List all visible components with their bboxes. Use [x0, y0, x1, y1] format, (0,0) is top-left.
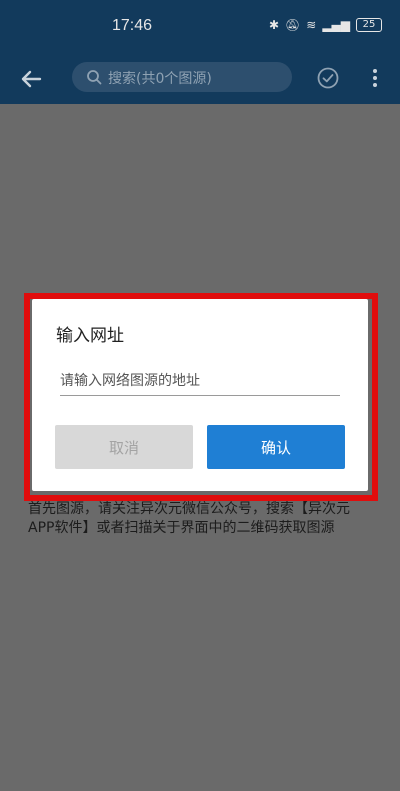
empty-hint-text: 首先图源，请关注异次元微信公众号，搜索【异次元APP软件】或者扫描关于界面中的二…	[28, 501, 350, 536]
signal-icon: ▂▄▆	[322, 18, 350, 32]
check-circle-icon[interactable]	[316, 66, 340, 90]
more-vertical-icon[interactable]	[368, 66, 382, 90]
toolbar: 搜索(共0个图源)	[0, 54, 400, 104]
bluetooth-icon: ✱	[268, 18, 280, 32]
mute-icon: 🔕︎	[285, 18, 301, 32]
back-arrow-icon[interactable]	[18, 66, 44, 92]
search-box[interactable]: 搜索(共0个图源)	[72, 62, 292, 92]
wifi-icon: ≋	[306, 18, 317, 32]
search-placeholder: 搜索(共0个图源)	[108, 71, 212, 87]
confirm-button[interactable]: 确认	[207, 425, 345, 469]
status-bar: 17:46 ✱ 🔕︎ ≋ ▂▄▆ 25	[0, 0, 400, 54]
dialog-title: 输入网址	[56, 326, 124, 346]
status-time: 17:46	[112, 17, 153, 34]
status-icons: ✱ 🔕︎ ≋ ▂▄▆ 25	[269, 18, 382, 32]
search-icon	[87, 70, 102, 85]
url-input-dialog: 输入网址 取消 确认	[32, 299, 368, 491]
url-input-field[interactable]	[60, 367, 340, 396]
cancel-button[interactable]: 取消	[55, 425, 193, 469]
battery-icon: 25	[356, 18, 382, 32]
